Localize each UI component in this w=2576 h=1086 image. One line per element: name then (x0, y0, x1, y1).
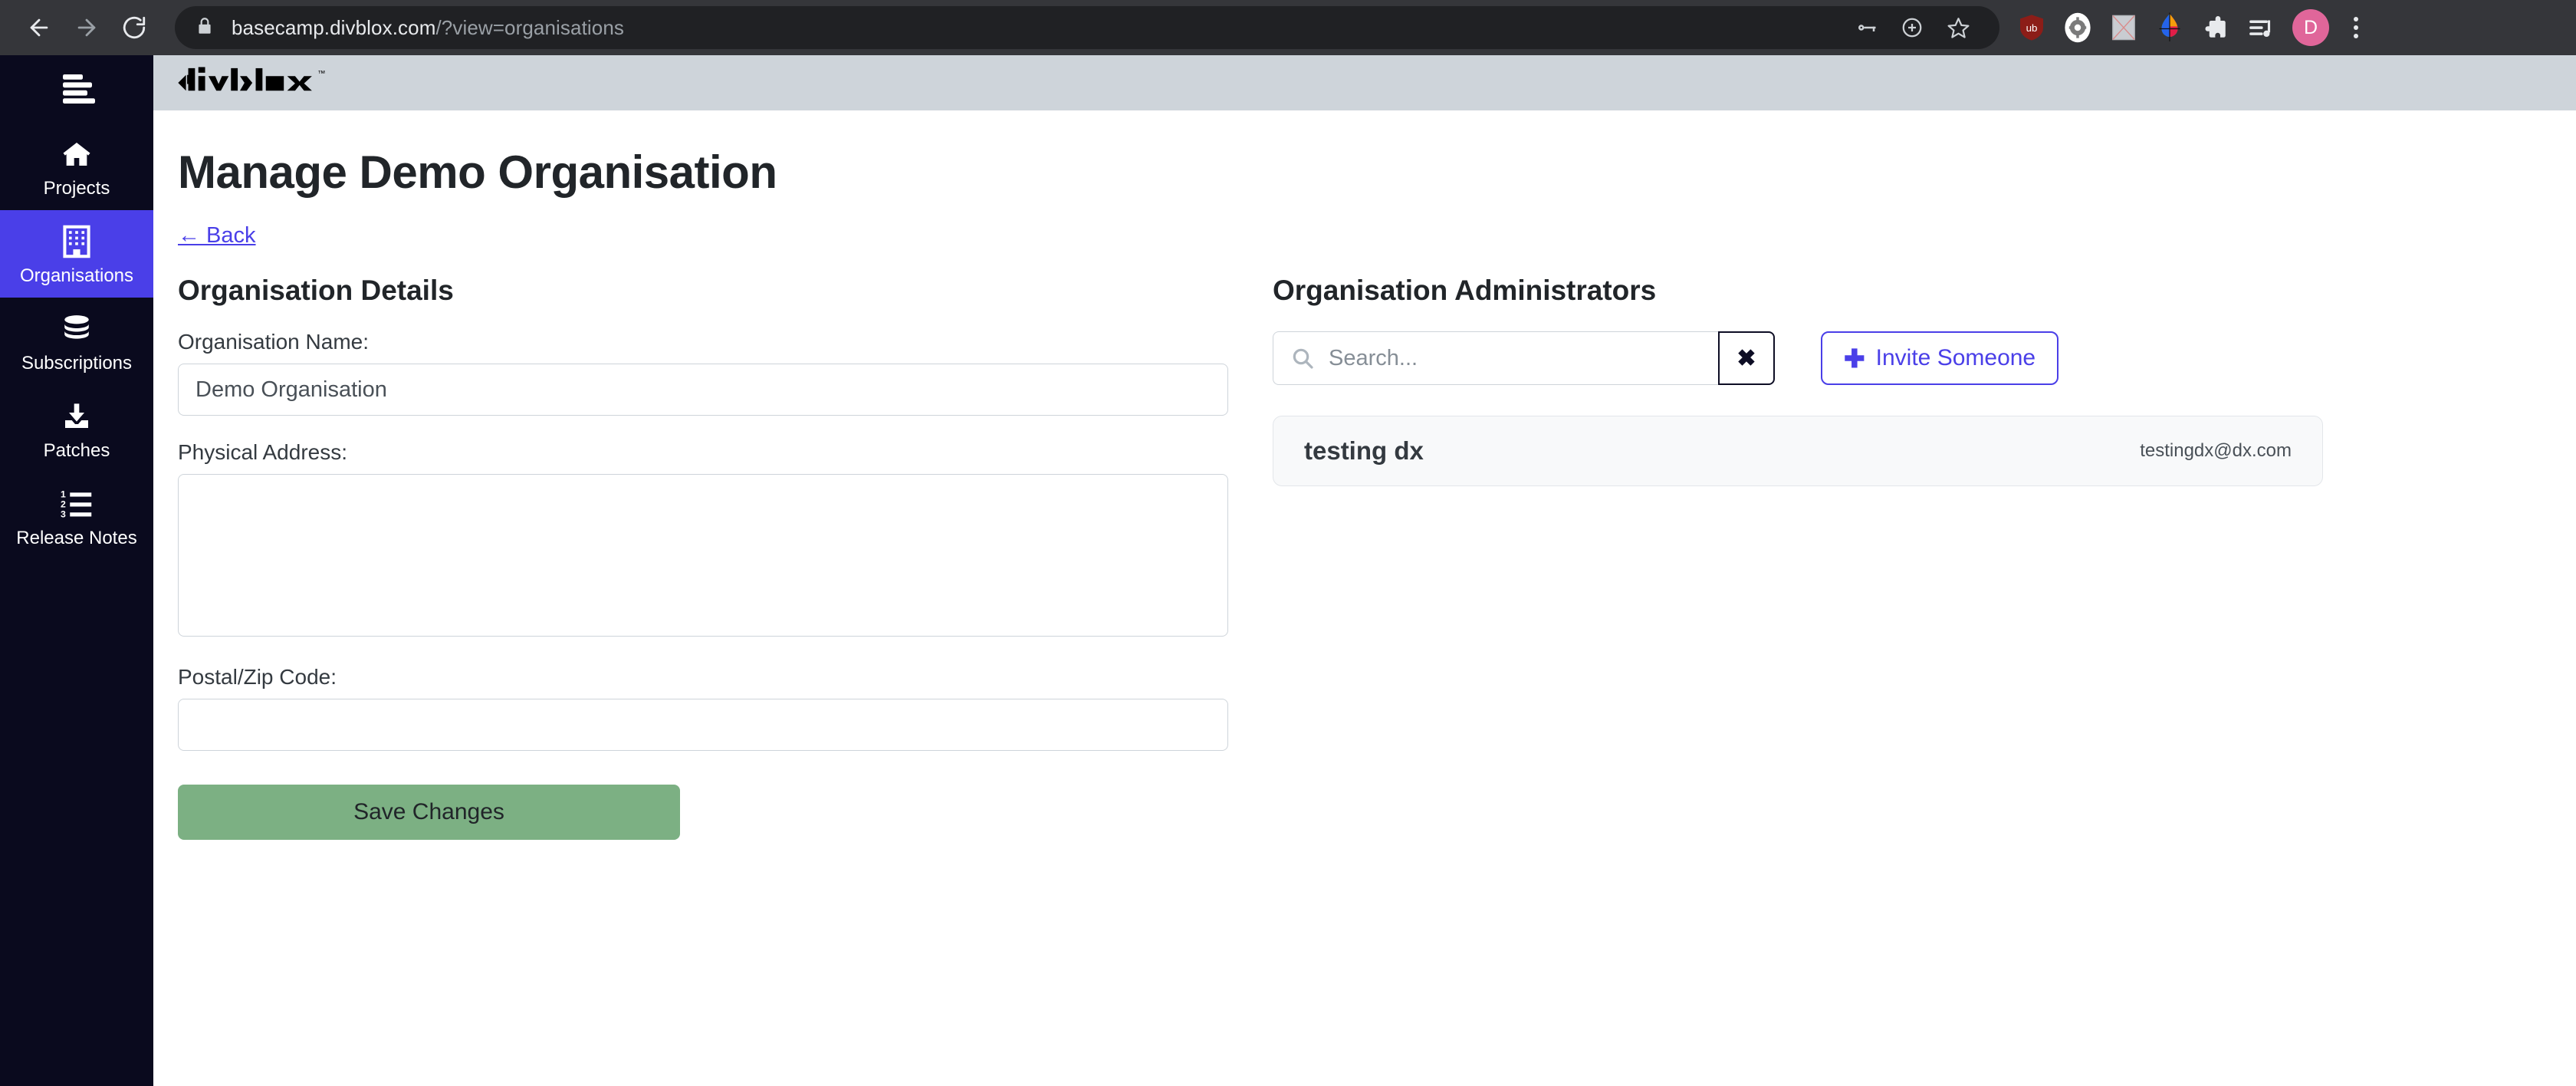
sidebar-toggle-button[interactable] (0, 55, 153, 123)
organisation-administrators-panel: Organisation Administrators ✖ ✚ Invite S… (1250, 275, 2400, 840)
physical-address-label: Physical Address: (178, 440, 347, 464)
sidebar-item-subscriptions[interactable]: Subscriptions (0, 298, 153, 385)
browser-back-button[interactable] (15, 4, 63, 51)
profile-avatar[interactable]: D (2292, 9, 2329, 46)
physical-address-field: Physical Address: (178, 440, 1250, 640)
administrator-list-item[interactable]: testing dx testingdx@dx.com (1273, 416, 2323, 486)
postal-zip-code-input[interactable] (178, 699, 1228, 751)
save-changes-button[interactable]: Save Changes (178, 785, 680, 840)
playlist-music-icon[interactable] (2240, 6, 2283, 49)
numbered-list-icon: 1 2 3 (61, 486, 93, 522)
reload-icon (123, 16, 146, 39)
ublock-origin-icon[interactable]: ub (2010, 6, 2053, 49)
hamburger-menu-icon (63, 74, 95, 104)
organisation-administrators-heading: Organisation Administrators (1273, 275, 1657, 306)
browser-chrome: basecamp.divblox.com/?view=organisations (0, 0, 2576, 55)
postal-zip-code-label: Postal/Zip Code: (178, 665, 337, 689)
sidebar-item-label: Patches (43, 440, 110, 461)
clear-search-button[interactable]: ✖ (1718, 331, 1775, 385)
organisation-name-input[interactable] (178, 364, 1228, 416)
divblox-logo[interactable]: ™ (176, 66, 337, 100)
svg-text:1: 1 (61, 489, 66, 499)
database-icon (61, 311, 93, 347)
omnibox-actions (1845, 6, 1980, 49)
administrators-toolbar: ✖ ✚ Invite Someone (1273, 331, 2400, 385)
svg-text:ub: ub (2026, 22, 2038, 34)
url-text: basecamp.divblox.com/?view=organisations (232, 16, 624, 40)
plus-icon: ✚ (1844, 344, 1865, 373)
invite-someone-button[interactable]: ✚ Invite Someone (1821, 331, 2059, 385)
browser-forward-button[interactable] (63, 4, 110, 51)
url-host: basecamp.divblox.com (232, 15, 436, 39)
search-field[interactable] (1273, 331, 1718, 385)
lock-icon (195, 16, 215, 40)
browser-extension-bar: ub D (2010, 6, 2374, 49)
sidebar-item-projects[interactable]: Projects (0, 123, 153, 210)
svg-text:™: ™ (317, 70, 325, 78)
settings-gear-extension-icon[interactable] (2056, 6, 2099, 49)
app-header-bar: ™ (153, 55, 2576, 110)
organisation-name-label: Organisation Name: (178, 330, 370, 354)
postal-zip-code-field: Postal/Zip Code: (178, 665, 1250, 751)
three-dot-menu-icon[interactable] (2338, 6, 2374, 49)
sidebar-item-label: Subscriptions (21, 353, 133, 374)
extensions-puzzle-icon[interactable] (2194, 6, 2237, 49)
download-icon (61, 399, 93, 434)
physical-address-textarea[interactable] (178, 474, 1228, 637)
search-bar: ✖ (1273, 331, 1775, 385)
sidebar-item-organisations[interactable]: Organisations (0, 210, 153, 298)
organisation-name-field: Organisation Name: (178, 330, 1250, 416)
sidebar-item-label: Organisations (19, 265, 134, 286)
content-columns: Organisation Details Organisation Name: … (153, 275, 2576, 840)
administrator-name: testing dx (1304, 436, 1424, 465)
search-input[interactable] (1329, 345, 1718, 371)
main-content: Manage Demo Organisation ← Back Organisa… (153, 110, 2576, 1086)
bookmark-star-icon[interactable] (1937, 6, 1980, 49)
forward-arrow-icon (77, 18, 96, 37)
sidebar-item-label: Projects (43, 178, 110, 199)
sidebar-item-release-notes[interactable]: 1 2 3 Release Notes (0, 472, 153, 560)
browser-reload-button[interactable] (110, 4, 158, 51)
invite-someone-label: Invite Someone (1875, 345, 2036, 370)
color-picker-extension-icon[interactable] (2148, 6, 2191, 49)
back-link[interactable]: ← Back (178, 223, 256, 248)
organisation-details-panel: Organisation Details Organisation Name: … (153, 275, 1250, 840)
page-title: Manage Demo Organisation (178, 146, 777, 198)
search-icon (1293, 348, 1313, 369)
organisation-details-heading: Organisation Details (178, 275, 454, 306)
administrator-email: testingdx@dx.com (2140, 440, 2292, 461)
building-icon (62, 224, 91, 259)
home-icon (61, 137, 93, 172)
svg-text:3: 3 (61, 509, 66, 520)
app-sidebar: Projects Organisations Subscriptions Pat… (0, 55, 153, 1086)
divblox-logo-mark: ™ (178, 67, 325, 91)
install-app-icon[interactable] (1891, 6, 1934, 49)
svg-text:2: 2 (61, 499, 66, 509)
password-key-icon[interactable] (1845, 6, 1888, 49)
sidebar-item-label: Release Notes (16, 528, 137, 548)
address-bar[interactable]: basecamp.divblox.com/?view=organisations (175, 6, 1999, 49)
blocked-image-extension-icon[interactable] (2102, 6, 2145, 49)
sidebar-item-patches[interactable]: Patches (0, 385, 153, 472)
url-path: /?view=organisations (435, 15, 625, 39)
back-arrow-icon (30, 18, 48, 37)
